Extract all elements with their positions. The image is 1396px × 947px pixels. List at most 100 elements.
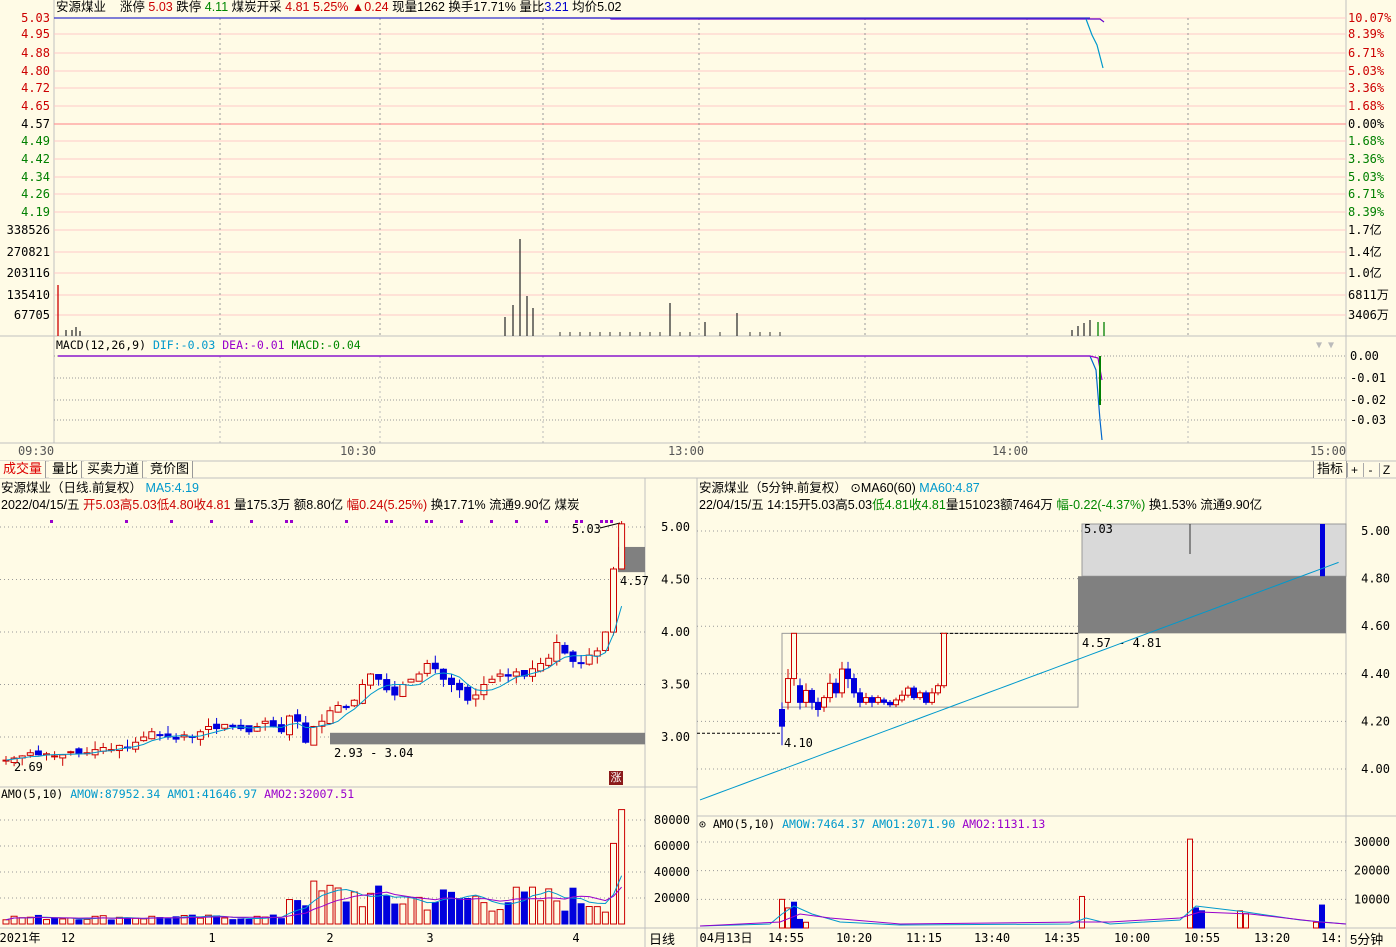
daily-amo-bar (464, 898, 472, 925)
min5-time-tick: 10:00 (1114, 931, 1150, 945)
period-5min-label[interactable]: 5分钟 (1350, 929, 1383, 947)
tab-auction[interactable]: 竞价图 (147, 461, 194, 478)
daily-amo-bar (448, 891, 455, 925)
macd-tick-label: 0.00 (1350, 349, 1379, 363)
zoom-out-button[interactable]: - (1363, 463, 1377, 477)
min5-price-tick: 4.20 (1361, 714, 1390, 728)
min5-candle-body (911, 687, 917, 699)
daily-candle-body (407, 678, 415, 683)
sector-label: 煤炭开采 (231, 0, 282, 14)
min5-amo-bar (803, 921, 809, 929)
tab-buy-sell-force[interactable]: 买卖力道 (84, 461, 144, 478)
min5-candle-body (941, 632, 947, 687)
event-marker (545, 520, 548, 523)
daily-candle-body (140, 736, 148, 742)
price-tick-label: 5.03 (21, 11, 50, 25)
daily-amo-bar (59, 918, 67, 925)
dea-label: DEA: (222, 338, 250, 352)
daily-range: 0.24(5.25%) (359, 498, 428, 512)
min5-price-tick: 4.00 (1361, 762, 1390, 776)
limit-up-label: 涨停 (119, 0, 145, 14)
daily-date-tick: 4 (572, 931, 579, 945)
daily-price-tick: 3.50 (661, 678, 690, 692)
daily-candle-body (618, 523, 626, 570)
period-daily-label[interactable]: 日线 (649, 929, 675, 947)
daily-candle-body (67, 751, 75, 754)
pct-change: 5.25% (312, 0, 349, 14)
daily-candle-body (464, 686, 472, 701)
daily-amo-bar (156, 917, 164, 925)
amo1-value: 41646.97 (201, 787, 258, 801)
indicator-button[interactable]: 指标 (1313, 461, 1348, 478)
price-tick-label: 4.80 (21, 64, 50, 78)
min5-low-label: 低 (872, 498, 885, 512)
min5-candle-body (935, 685, 941, 694)
resistance-zone-label: 4.57 (620, 574, 649, 588)
daily-candle-body (488, 678, 496, 683)
daily-amt-label: 额 (293, 498, 307, 512)
event-marker (125, 520, 128, 523)
pct-tick-label: 6.71% (1348, 187, 1385, 201)
price-tick-label: 4.42 (21, 152, 50, 166)
daily-close: 4.81 (206, 498, 231, 512)
daily-amo-bar (431, 901, 439, 925)
min5-amo2-label: AMO2: (962, 817, 997, 831)
collapse-icon[interactable]: ▼ ▼ (1316, 340, 1334, 351)
min5-float: 9.90亿 (1225, 498, 1263, 512)
macd-legend: MACD(12,26,9) DIF:-0.03 DEA:-0.01 MACD:-… (56, 339, 361, 352)
daily-low-mark: 2.69 (14, 760, 43, 774)
min5-candle-body (917, 692, 923, 699)
min5-candle-body (803, 689, 809, 703)
daily-amo-bar (124, 918, 131, 925)
daily-candle-body (310, 726, 318, 746)
event-marker (610, 520, 613, 523)
min5-amt-label: 额 (1000, 498, 1013, 512)
daily-amo-bar (18, 917, 26, 925)
min5-amo-bar (1079, 895, 1085, 929)
daily-candle-body (326, 710, 334, 724)
ma60-key: MA60: (919, 481, 956, 495)
daily-amo-bar (294, 900, 302, 925)
ma60-toggle-icon[interactable]: ⊙ (850, 481, 860, 495)
daily-amo-bar (43, 919, 50, 925)
daily-candle-body (512, 671, 520, 677)
daily-candle-body (277, 724, 285, 733)
min5-amo-bar (797, 918, 803, 929)
min5-time-tick: 04月13日 (700, 931, 753, 945)
stock-name: 安源煤业 (56, 0, 107, 14)
min5-info-row: 22/04/15/五 14:15开5.03高5.03低4.81收4.81量151… (699, 498, 1346, 512)
turnover-label: 换手 (448, 0, 474, 14)
daily-candle-body (205, 726, 212, 730)
daily-amo-bar (358, 906, 366, 925)
time-tick-label: 15:00 (1310, 444, 1346, 458)
daily-amo-bar (277, 918, 285, 925)
price-tick-label: 4.26 (21, 187, 50, 201)
daily-open-label: 开 (83, 498, 96, 512)
min5-time-tick: 14: (1321, 931, 1343, 945)
min5-price-tick: 5.00 (1361, 524, 1390, 538)
volume-value: 1262 (417, 0, 445, 14)
min5-high-mark: 5.03 (1084, 522, 1113, 536)
daily-candle-body (569, 651, 577, 662)
min5-candle-body (881, 699, 887, 703)
tab-volume-ratio[interactable]: 量比 (49, 461, 83, 478)
min5-high: 5.03 (847, 498, 873, 512)
min5-candle-body (833, 682, 839, 694)
min5-candle-body (809, 689, 815, 703)
event-marker (250, 520, 253, 523)
min5-open-label: 开 (798, 498, 811, 512)
min5-time-tick: 13:40 (974, 931, 1010, 945)
daily-candle-body (75, 748, 83, 755)
tab-volume[interactable]: 成交量 (0, 461, 47, 478)
min5-amo-toggle-icon[interactable]: ⊙ (699, 817, 706, 831)
daily-amo-bar (618, 809, 626, 925)
event-marker (345, 520, 348, 523)
daily-price-tick: 4.00 (661, 625, 690, 639)
volume-tick-label: 135410 (7, 288, 50, 302)
daily-amo-bar (164, 918, 172, 925)
zoom-in-button[interactable]: + (1347, 463, 1361, 477)
daily-candle-body (221, 723, 229, 729)
time-tick-label: 13:00 (668, 444, 704, 458)
z-button[interactable]: Z (1379, 463, 1393, 477)
daily-amo-bar (545, 888, 553, 925)
